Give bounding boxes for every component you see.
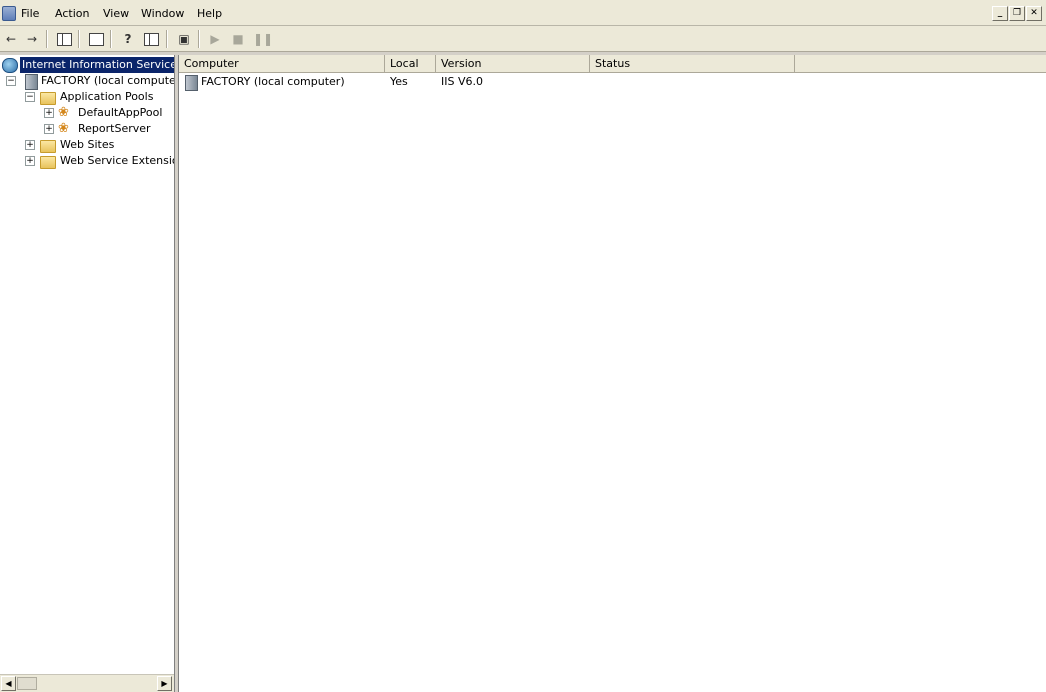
column-header-status[interactable]: Status — [590, 55, 795, 72]
menu-action[interactable]: Action — [55, 7, 89, 21]
result-list: Computer Local Version Status FACTORY (l… — [179, 55, 1046, 692]
folder-icon — [40, 92, 56, 105]
show-hide-console-tree-icon[interactable] — [56, 31, 72, 47]
close-button[interactable]: ✕ — [1026, 6, 1042, 21]
scroll-right-icon[interactable]: ▶ — [157, 676, 172, 691]
tree-item-label: DefaultAppPool — [78, 106, 163, 119]
collapse-icon[interactable]: − — [25, 92, 35, 102]
toolbar: ← → ? ▣ ▶ ■ ❚❚ — [0, 26, 1046, 52]
app-pool-icon: ❀ — [58, 121, 69, 136]
console-tree: Internet Information Services − FACTORY … — [0, 55, 175, 692]
start-icon[interactable]: ▶ — [207, 31, 223, 47]
folder-icon — [40, 140, 56, 153]
export-list-icon[interactable] — [88, 31, 104, 47]
mmc-app-icon[interactable] — [2, 6, 16, 21]
minimize-button[interactable]: _ — [992, 6, 1008, 21]
folder-icon — [40, 156, 56, 169]
column-header-computer[interactable]: Computer — [179, 55, 385, 72]
computer-icon[interactable]: ▣ — [176, 31, 192, 47]
expand-icon[interactable]: + — [44, 124, 54, 134]
menu-help[interactable]: Help — [197, 7, 222, 21]
tree-item-label: FACTORY (local computer) — [41, 74, 175, 87]
server-icon — [25, 74, 38, 90]
column-header-local[interactable]: Local — [385, 55, 436, 72]
help-icon[interactable]: ? — [120, 31, 136, 47]
list-header: Computer Local Version Status — [179, 55, 1046, 73]
show-hide-action-pane-icon[interactable] — [143, 31, 159, 47]
toolbar-separator — [166, 30, 168, 48]
cell-local: Yes — [390, 75, 408, 88]
tree-item-label: Internet Information Services — [20, 57, 174, 73]
tree-item-label: ReportServer — [78, 122, 151, 135]
back-icon[interactable]: ← — [3, 31, 19, 47]
menu-file[interactable]: File — [21, 7, 39, 21]
forward-icon[interactable]: → — [24, 31, 40, 47]
toolbar-separator — [46, 30, 48, 48]
menu-window[interactable]: Window — [141, 7, 184, 21]
app-pool-icon: ❀ — [58, 105, 69, 120]
expand-icon[interactable]: + — [25, 140, 35, 150]
collapse-icon[interactable]: − — [6, 76, 16, 86]
server-icon — [185, 75, 198, 91]
tree-item-label: Application Pools — [60, 90, 154, 103]
scroll-thumb[interactable] — [17, 677, 37, 690]
expand-icon[interactable]: + — [44, 108, 54, 118]
restore-button[interactable]: ❐ — [1009, 6, 1025, 21]
toolbar-separator — [110, 30, 112, 48]
toolbar-separator — [78, 30, 80, 48]
expand-icon[interactable]: + — [25, 156, 35, 166]
menu-bar: File Action View Window Help _ ❐ ✕ — [0, 0, 1046, 26]
tree-item-label: Web Service Extension — [60, 154, 175, 167]
stop-icon[interactable]: ■ — [230, 31, 246, 47]
pause-icon[interactable]: ❚❚ — [253, 31, 273, 47]
window-controls: _ ❐ ✕ — [992, 6, 1042, 21]
list-row[interactable]: FACTORY (local computer) Yes IIS V6.0 — [179, 74, 1046, 91]
tree-item-label: Web Sites — [60, 138, 115, 151]
cell-computer: FACTORY (local computer) — [201, 75, 345, 88]
tree-horizontal-scrollbar[interactable]: ◀ ▶ — [0, 674, 174, 692]
column-header-version[interactable]: Version — [436, 55, 590, 72]
iis-icon — [2, 58, 18, 73]
cell-version: IIS V6.0 — [441, 75, 483, 88]
menu-view[interactable]: View — [103, 7, 129, 21]
toolbar-separator — [198, 30, 200, 48]
scroll-left-icon[interactable]: ◀ — [1, 676, 16, 691]
